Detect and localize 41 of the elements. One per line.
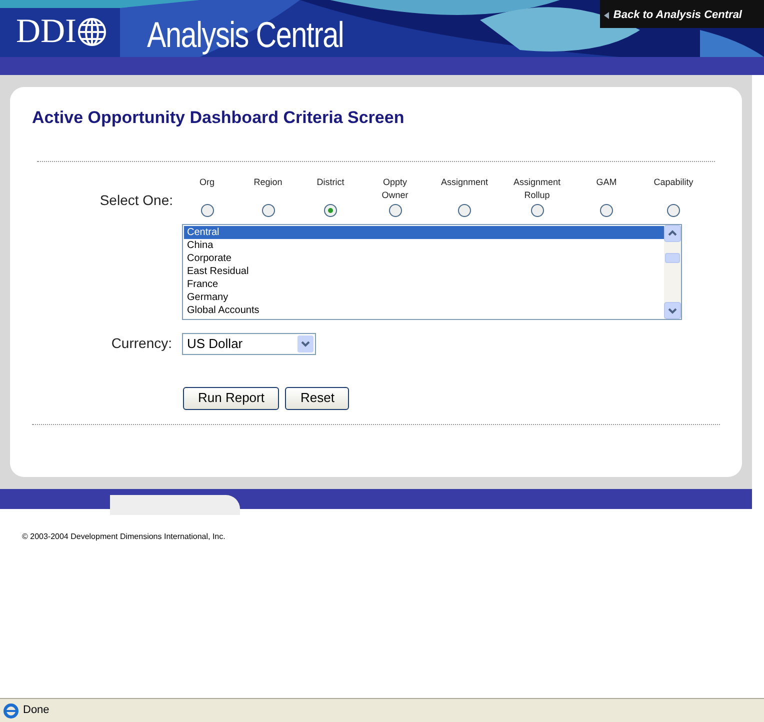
list-item[interactable]: Central [184,226,664,238]
radio-button[interactable] [667,204,680,216]
copyright-text: © 2003-2004 Development Dimensions International, Inc. [22,531,226,543]
list-item[interactable]: Corporate [184,252,664,264]
radio-button[interactable] [262,204,274,216]
scroll-down-icon[interactable] [664,302,681,318]
radio-button[interactable] [200,204,214,216]
option-label: Capability [652,176,694,189]
scroll-up-icon[interactable] [664,224,681,242]
option-label: Oppty Owner [380,176,410,202]
list-item[interactable]: China [184,238,664,252]
option-label: District [316,176,346,188]
radio-button[interactable] [458,204,471,216]
select-one-label: Select One: [98,190,174,210]
page-title: Active Opportunity Dashboard Criteria Screen [32,107,406,129]
app-title: Analysis Central [147,17,344,53]
scrollbar[interactable] [664,224,681,318]
currency-select[interactable]: US Dollar [182,332,316,354]
scroll-thumb[interactable] [665,252,680,262]
currency-label: Currency: [110,334,173,353]
option-label: Org [198,176,216,189]
option-label: Assignment [440,176,488,189]
list-item[interactable]: Germany [184,290,664,304]
status-text: Done [23,703,50,718]
caret-left-icon [604,12,610,19]
list-item[interactable]: Global Accounts [184,304,664,316]
list-item[interactable]: France [184,278,664,290]
radio-button[interactable] [324,204,337,216]
option-label: Assignment Rollup [513,176,561,202]
run-report-button[interactable]: Run Report [183,386,280,410]
radio-button[interactable] [530,204,544,216]
globe-icon [77,17,108,47]
reset-button[interactable]: Reset [285,386,350,410]
list-box[interactable]: Central China Corporate East Residual France Germany Global Accounts [182,224,682,320]
list-item[interactable]: East Residual [184,264,664,278]
radio-button[interactable] [600,204,613,216]
browser-page-icon [3,702,19,718]
radio-button[interactable] [388,204,402,216]
option-label: GAM [595,176,618,188]
logo-text: DDI [16,15,76,49]
option-label: Region [252,176,284,189]
